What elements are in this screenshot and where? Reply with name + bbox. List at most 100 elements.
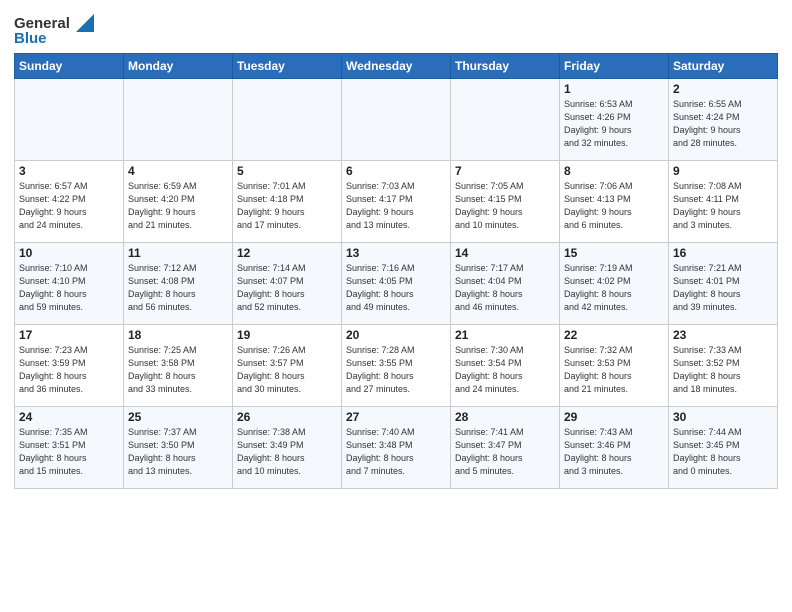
day-info: Sunrise: 7:17 AM Sunset: 4:04 PM Dayligh… bbox=[455, 262, 555, 314]
calendar-week-5: 24 Sunrise: 7:35 AM Sunset: 3:51 PM Dayli… bbox=[15, 407, 778, 489]
day-info: Sunrise: 7:37 AM Sunset: 3:50 PM Dayligh… bbox=[128, 426, 228, 478]
day-info: Sunrise: 7:25 AM Sunset: 3:58 PM Dayligh… bbox=[128, 344, 228, 396]
calendar-cell: 22 Sunrise: 7:32 AM Sunset: 3:53 PM Dayli… bbox=[560, 325, 669, 407]
day-info: Sunrise: 7:06 AM Sunset: 4:13 PM Dayligh… bbox=[564, 180, 664, 232]
day-number: 6 bbox=[346, 164, 446, 178]
day-number: 8 bbox=[564, 164, 664, 178]
calendar-cell: 29 Sunrise: 7:43 AM Sunset: 3:46 PM Dayli… bbox=[560, 407, 669, 489]
calendar-cell: 5 Sunrise: 7:01 AM Sunset: 4:18 PM Daylig… bbox=[233, 161, 342, 243]
day-info: Sunrise: 7:40 AM Sunset: 3:48 PM Dayligh… bbox=[346, 426, 446, 478]
day-info: Sunrise: 7:43 AM Sunset: 3:46 PM Dayligh… bbox=[564, 426, 664, 478]
calendar-cell: 13 Sunrise: 7:16 AM Sunset: 4:05 PM Dayli… bbox=[342, 243, 451, 325]
calendar-cell: 16 Sunrise: 7:21 AM Sunset: 4:01 PM Dayli… bbox=[669, 243, 778, 325]
day-info: Sunrise: 6:59 AM Sunset: 4:20 PM Dayligh… bbox=[128, 180, 228, 232]
calendar-week-4: 17Sunrise: 7:23 AM Sunset: 3:59 PM Dayli… bbox=[15, 325, 778, 407]
calendar-cell bbox=[451, 79, 560, 161]
day-info: Sunrise: 6:55 AM Sunset: 4:24 PM Dayligh… bbox=[673, 98, 773, 150]
day-info: Sunrise: 7:30 AM Sunset: 3:54 PM Dayligh… bbox=[455, 344, 555, 396]
day-number: 29 bbox=[564, 410, 664, 424]
weekday-header-friday: Friday bbox=[560, 54, 669, 79]
day-number: 28 bbox=[455, 410, 555, 424]
logo-blue-text: Blue bbox=[14, 30, 47, 47]
calendar-cell: 17Sunrise: 7:23 AM Sunset: 3:59 PM Dayli… bbox=[15, 325, 124, 407]
calendar-week-1: 1 Sunrise: 6:53 AM Sunset: 4:26 PM Daylig… bbox=[15, 79, 778, 161]
day-info: Sunrise: 7:08 AM Sunset: 4:11 PM Dayligh… bbox=[673, 180, 773, 232]
calendar-cell: 23 Sunrise: 7:33 AM Sunset: 3:52 PM Dayli… bbox=[669, 325, 778, 407]
calendar-week-3: 10Sunrise: 7:10 AM Sunset: 4:10 PM Dayli… bbox=[15, 243, 778, 325]
weekday-header-thursday: Thursday bbox=[451, 54, 560, 79]
calendar-cell: 7 Sunrise: 7:05 AM Sunset: 4:15 PM Daylig… bbox=[451, 161, 560, 243]
weekday-header-tuesday: Tuesday bbox=[233, 54, 342, 79]
calendar-cell: 24 Sunrise: 7:35 AM Sunset: 3:51 PM Dayli… bbox=[15, 407, 124, 489]
day-info: Sunrise: 7:19 AM Sunset: 4:02 PM Dayligh… bbox=[564, 262, 664, 314]
calendar-cell: 21 Sunrise: 7:30 AM Sunset: 3:54 PM Dayli… bbox=[451, 325, 560, 407]
calendar-cell bbox=[124, 79, 233, 161]
day-number: 24 bbox=[19, 410, 119, 424]
day-number: 16 bbox=[673, 246, 773, 260]
calendar-cell: 4 Sunrise: 6:59 AM Sunset: 4:20 PM Daylig… bbox=[124, 161, 233, 243]
day-info: Sunrise: 7:35 AM Sunset: 3:51 PM Dayligh… bbox=[19, 426, 119, 478]
calendar-cell bbox=[342, 79, 451, 161]
day-info: Sunrise: 7:21 AM Sunset: 4:01 PM Dayligh… bbox=[673, 262, 773, 314]
weekday-header-sunday: Sunday bbox=[15, 54, 124, 79]
day-info: Sunrise: 7:33 AM Sunset: 3:52 PM Dayligh… bbox=[673, 344, 773, 396]
day-number: 3 bbox=[19, 164, 119, 178]
day-info: Sunrise: 7:01 AM Sunset: 4:18 PM Dayligh… bbox=[237, 180, 337, 232]
day-number: 12 bbox=[237, 246, 337, 260]
calendar-cell: 28 Sunrise: 7:41 AM Sunset: 3:47 PM Dayli… bbox=[451, 407, 560, 489]
day-number: 23 bbox=[673, 328, 773, 342]
day-number: 2 bbox=[673, 82, 773, 96]
day-info: Sunrise: 7:05 AM Sunset: 4:15 PM Dayligh… bbox=[455, 180, 555, 232]
logo-icon bbox=[72, 14, 94, 32]
day-number: 11 bbox=[128, 246, 228, 260]
day-number: 18 bbox=[128, 328, 228, 342]
calendar-cell: 26Sunrise: 7:38 AM Sunset: 3:49 PM Dayli… bbox=[233, 407, 342, 489]
day-number: 13 bbox=[346, 246, 446, 260]
calendar-cell: 1 Sunrise: 6:53 AM Sunset: 4:26 PM Daylig… bbox=[560, 79, 669, 161]
calendar-cell: 3 Sunrise: 6:57 AM Sunset: 4:22 PM Daylig… bbox=[15, 161, 124, 243]
day-number: 1 bbox=[564, 82, 664, 96]
calendar-cell: 14 Sunrise: 7:17 AM Sunset: 4:04 PM Dayli… bbox=[451, 243, 560, 325]
calendar-cell: 11Sunrise: 7:12 AM Sunset: 4:08 PM Dayli… bbox=[124, 243, 233, 325]
calendar-table: SundayMondayTuesdayWednesdayThursdayFrid… bbox=[14, 53, 778, 489]
calendar-cell bbox=[15, 79, 124, 161]
day-number: 21 bbox=[455, 328, 555, 342]
day-number: 27 bbox=[346, 410, 446, 424]
calendar-cell: 2 Sunrise: 6:55 AM Sunset: 4:24 PM Daylig… bbox=[669, 79, 778, 161]
logo: General Blue bbox=[14, 14, 94, 47]
page-container: General Blue SundayMondayTuesdayWednesda… bbox=[0, 0, 792, 497]
day-number: 19 bbox=[237, 328, 337, 342]
day-info: Sunrise: 7:26 AM Sunset: 3:57 PM Dayligh… bbox=[237, 344, 337, 396]
day-number: 5 bbox=[237, 164, 337, 178]
day-number: 9 bbox=[673, 164, 773, 178]
day-info: Sunrise: 6:53 AM Sunset: 4:26 PM Dayligh… bbox=[564, 98, 664, 150]
day-number: 20 bbox=[346, 328, 446, 342]
calendar-cell: 18 Sunrise: 7:25 AM Sunset: 3:58 PM Dayli… bbox=[124, 325, 233, 407]
day-number: 17 bbox=[19, 328, 119, 342]
day-info: Sunrise: 7:44 AM Sunset: 3:45 PM Dayligh… bbox=[673, 426, 773, 478]
calendar-cell: 20Sunrise: 7:28 AM Sunset: 3:55 PM Dayli… bbox=[342, 325, 451, 407]
day-info: Sunrise: 7:38 AM Sunset: 3:49 PM Dayligh… bbox=[237, 426, 337, 478]
day-info: Sunrise: 7:16 AM Sunset: 4:05 PM Dayligh… bbox=[346, 262, 446, 314]
day-number: 14 bbox=[455, 246, 555, 260]
day-info: Sunrise: 7:32 AM Sunset: 3:53 PM Dayligh… bbox=[564, 344, 664, 396]
logo-general-text: General bbox=[14, 15, 70, 32]
calendar-cell: 15 Sunrise: 7:19 AM Sunset: 4:02 PM Dayli… bbox=[560, 243, 669, 325]
calendar-cell: 8 Sunrise: 7:06 AM Sunset: 4:13 PM Daylig… bbox=[560, 161, 669, 243]
day-info: Sunrise: 6:57 AM Sunset: 4:22 PM Dayligh… bbox=[19, 180, 119, 232]
day-number: 4 bbox=[128, 164, 228, 178]
calendar-cell: 6 Sunrise: 7:03 AM Sunset: 4:17 PM Daylig… bbox=[342, 161, 451, 243]
day-number: 15 bbox=[564, 246, 664, 260]
day-number: 22 bbox=[564, 328, 664, 342]
day-info: Sunrise: 7:14 AM Sunset: 4:07 PM Dayligh… bbox=[237, 262, 337, 314]
day-info: Sunrise: 7:03 AM Sunset: 4:17 PM Dayligh… bbox=[346, 180, 446, 232]
weekday-header-row: SundayMondayTuesdayWednesdayThursdayFrid… bbox=[15, 54, 778, 79]
calendar-cell: 10Sunrise: 7:10 AM Sunset: 4:10 PM Dayli… bbox=[15, 243, 124, 325]
day-number: 7 bbox=[455, 164, 555, 178]
calendar-cell: 27 Sunrise: 7:40 AM Sunset: 3:48 PM Dayli… bbox=[342, 407, 451, 489]
day-number: 10 bbox=[19, 246, 119, 260]
calendar-cell: 12 Sunrise: 7:14 AM Sunset: 4:07 PM Dayli… bbox=[233, 243, 342, 325]
day-info: Sunrise: 7:41 AM Sunset: 3:47 PM Dayligh… bbox=[455, 426, 555, 478]
page-header: General Blue bbox=[14, 10, 778, 47]
day-number: 25 bbox=[128, 410, 228, 424]
